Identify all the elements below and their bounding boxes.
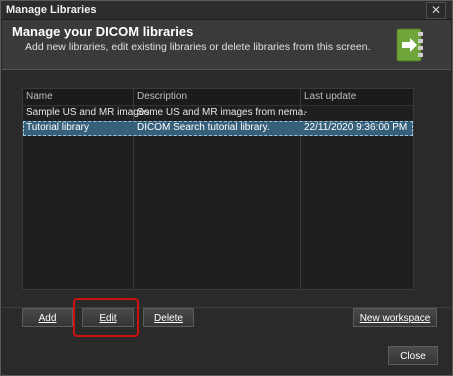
header-panel: Manage your DICOM libraries Add new libr… [2,20,451,70]
close-window-icon[interactable]: ✕ [426,2,446,19]
cell-last-update: - [304,107,308,118]
cell-description: Some US and MR images from nema. [137,107,306,118]
cell-name: Tutorial library [26,122,89,133]
table-row-selected[interactable]: Tutorial library DICOM Search tutorial l… [23,121,413,136]
edit-highlight-annotation [73,298,139,337]
title-bar: Manage Libraries ✕ [1,1,452,20]
libraries-table: Name Description Last update Sample US a… [22,88,414,290]
add-button[interactable]: Add [22,308,73,327]
column-header-last-update[interactable]: Last update [304,91,356,102]
cell-last-update: 22/11/2020 9:36:00 PM [304,122,408,133]
content-area: Name Description Last update Sample US a… [2,70,451,308]
table-row[interactable]: Sample US and MR images Some US and MR i… [23,106,413,121]
header-title: Manage your DICOM libraries [12,24,194,39]
new-workspace-button-label: New workspace [359,313,431,324]
close-button[interactable]: Close [388,346,438,365]
column-header-name[interactable]: Name [26,91,53,102]
header-subtitle: Add new libraries, edit existing librari… [25,41,371,53]
manage-libraries-window: Manage Libraries ✕ Manage your DICOM lib… [0,0,453,376]
delete-button-label: Delete [154,313,183,324]
close-button-label: Close [400,351,426,362]
book-arrow-icon [396,28,423,62]
table-header: Name Description Last update [23,89,413,106]
add-button-label: Add [38,313,57,324]
new-workspace-button[interactable]: New workspace [353,308,437,327]
window-title: Manage Libraries [6,4,97,16]
cell-description: DICOM Search tutorial library. [137,122,270,133]
delete-button[interactable]: Delete [143,308,194,327]
cell-name: Sample US and MR images [26,107,150,118]
column-header-description[interactable]: Description [137,91,187,102]
button-bar: Add Edit Delete New workspace Close [2,308,451,375]
